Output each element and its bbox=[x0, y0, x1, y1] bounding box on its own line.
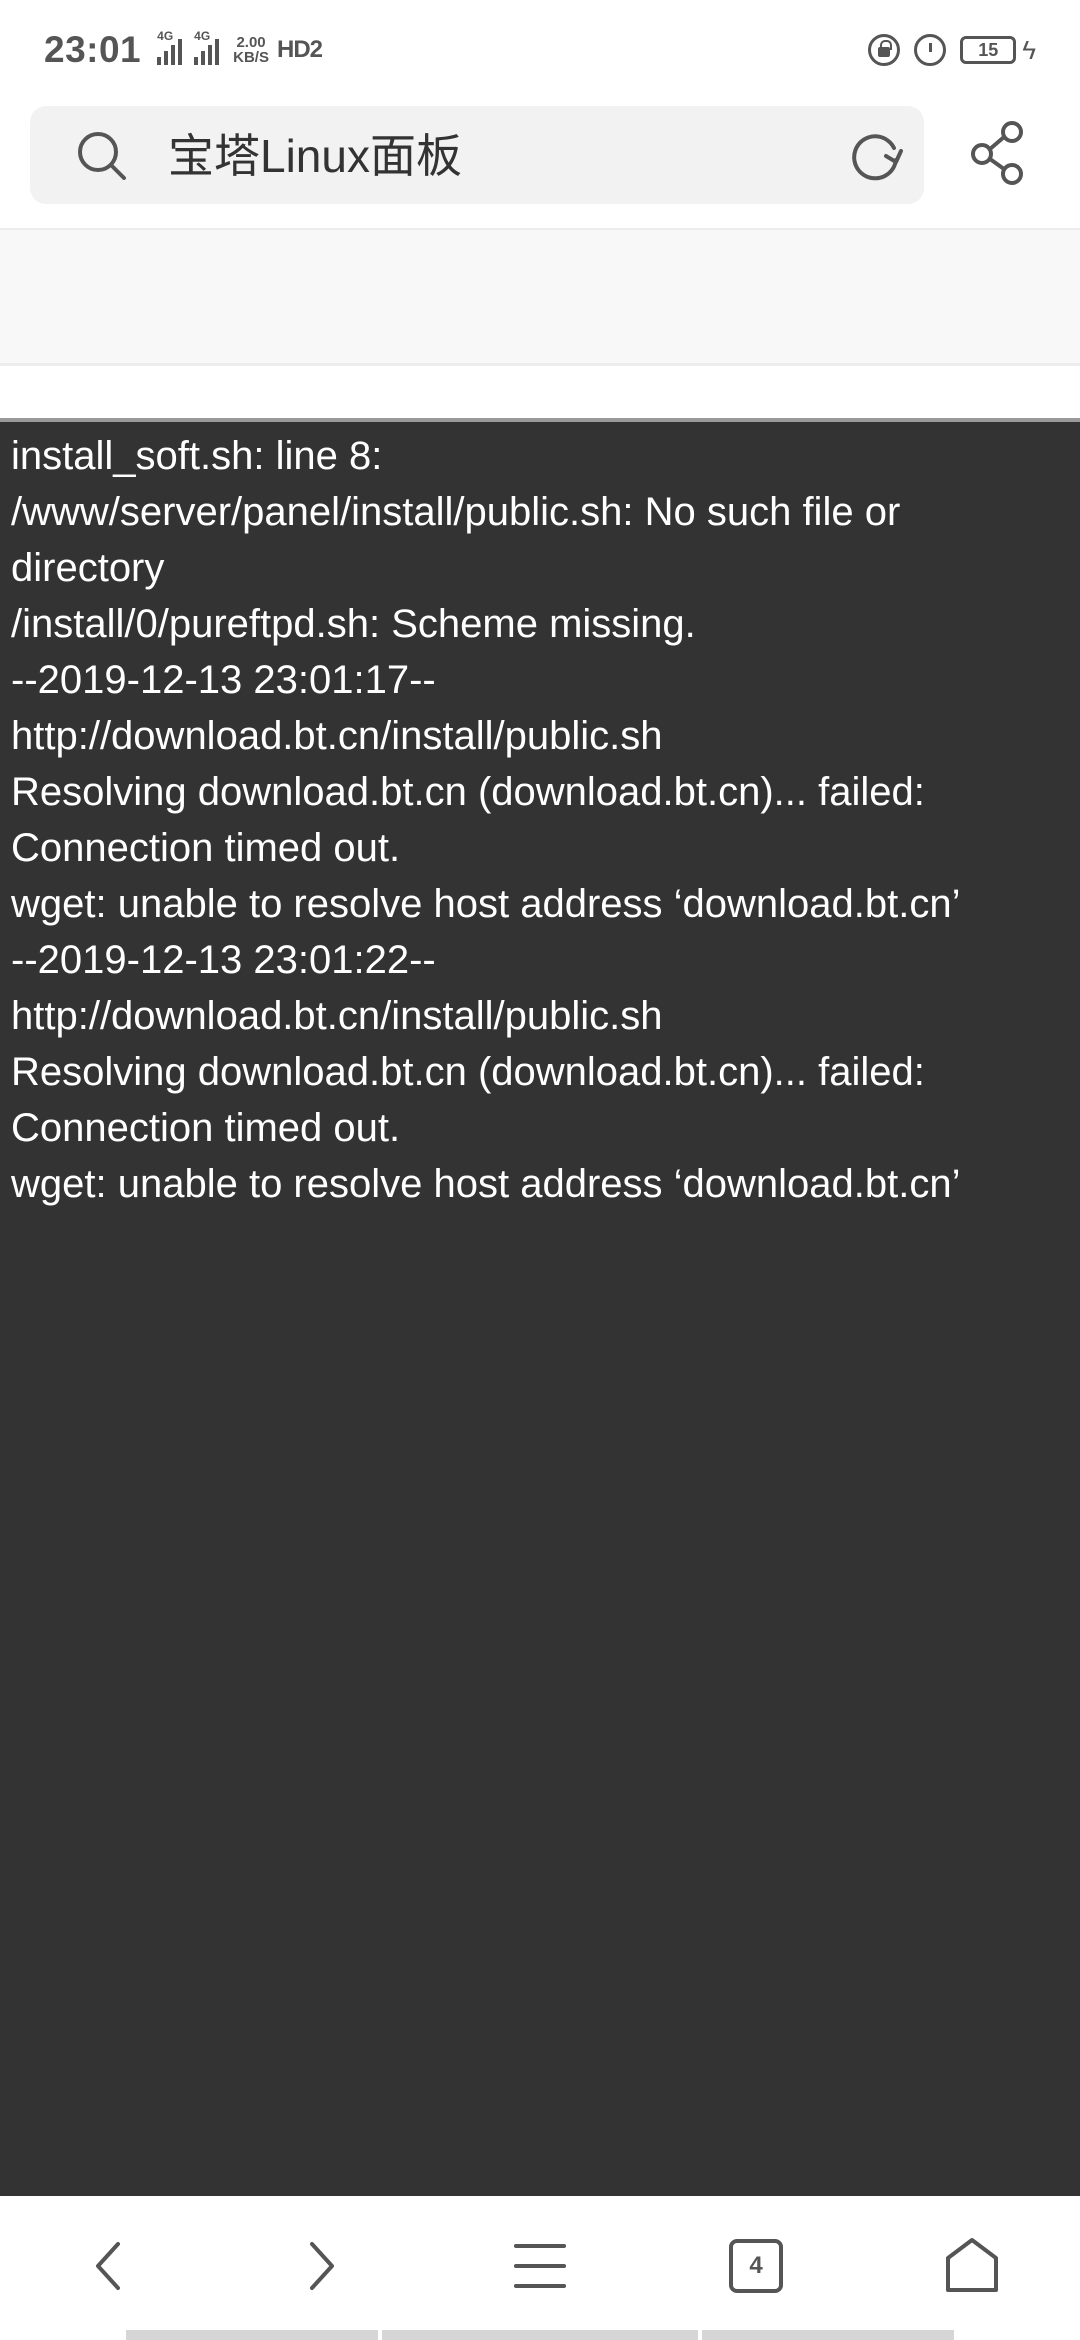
charging-icon: ϟ bbox=[1022, 34, 1036, 65]
tabs-button[interactable]: 4 bbox=[716, 2226, 796, 2306]
tab-count: 4 bbox=[749, 2252, 763, 2279]
home-button[interactable] bbox=[932, 2226, 1012, 2306]
terminal-line: /www/server/panel/install/public.sh: No … bbox=[11, 490, 901, 534]
terminal-line: http://download.bt.cn/install/public.sh bbox=[11, 994, 663, 1038]
search-query[interactable]: 宝塔Linux面板 bbox=[168, 132, 462, 180]
bottom-navigation: 4 bbox=[0, 2196, 1080, 2340]
spacer bbox=[0, 366, 1080, 420]
terminal-line: Resolving download.bt.cn (download.bt.cn… bbox=[11, 1050, 925, 1094]
hd-voice-icon: HD2 bbox=[276, 36, 323, 63]
alarm-icon bbox=[914, 34, 947, 66]
signal-label: 4G bbox=[157, 29, 174, 43]
search-icon[interactable] bbox=[74, 128, 128, 182]
terminal-line: wget: unable to resolve host address ‘do… bbox=[11, 1162, 961, 1206]
terminal-line: http://download.bt.cn/install/public.sh bbox=[11, 714, 663, 758]
terminal-line: directory bbox=[11, 546, 165, 590]
address-bar: 宝塔Linux面板 bbox=[0, 100, 1080, 228]
page-header-band bbox=[0, 228, 1080, 366]
battery-icon: 15 bbox=[960, 36, 1017, 64]
battery-level: 15 bbox=[978, 39, 999, 60]
terminal-line: Connection timed out. bbox=[11, 1106, 401, 1150]
terminal-line: /install/0/pureftpd.sh: Scheme missing. bbox=[11, 602, 696, 646]
share-icon[interactable] bbox=[968, 120, 1034, 186]
terminal-output: install_soft.sh: line 8: /www/server/pan… bbox=[0, 422, 1080, 2196]
terminal-line: wget: unable to resolve host address ‘do… bbox=[11, 882, 961, 926]
menu-icon bbox=[514, 2244, 566, 2288]
terminal-line: Resolving download.bt.cn (download.bt.cn… bbox=[11, 770, 925, 814]
terminal-line: install_soft.sh: line 8: bbox=[11, 434, 383, 478]
back-button[interactable] bbox=[68, 2226, 148, 2306]
gesture-bar bbox=[126, 2330, 954, 2340]
menu-button[interactable] bbox=[500, 2226, 580, 2306]
signal-icon: 4G bbox=[194, 29, 220, 65]
status-time: 23:01 bbox=[44, 29, 142, 70]
refresh-icon[interactable] bbox=[846, 126, 904, 184]
terminal-line: Connection timed out. bbox=[11, 826, 401, 870]
network-speed: 2.00 KB/S bbox=[233, 35, 269, 65]
signal-icon: 4G bbox=[157, 29, 183, 65]
status-bar: 23:01 4G 4G 2.00 KB/S HD2 15 ϟ bbox=[0, 0, 1080, 100]
search-box[interactable]: 宝塔Linux面板 bbox=[30, 106, 924, 204]
terminal-line: --2019-12-13 23:01:17-- bbox=[11, 658, 436, 702]
rotation-lock-icon bbox=[868, 34, 901, 66]
signal-label: 4G bbox=[194, 29, 211, 43]
chevron-left-icon bbox=[96, 2242, 120, 2290]
forward-button[interactable] bbox=[282, 2226, 362, 2306]
tabs-icon: 4 bbox=[729, 2239, 783, 2293]
network-speed-value: 2.00 bbox=[236, 34, 266, 51]
terminal-line: --2019-12-13 23:01:22-- bbox=[11, 938, 436, 982]
network-speed-unit: KB/S bbox=[233, 49, 269, 66]
browser-page: 23:01 4G 4G 2.00 KB/S HD2 15 ϟ 宝塔Linux面板… bbox=[0, 0, 1080, 2340]
home-icon bbox=[946, 2238, 998, 2292]
chevron-right-icon bbox=[310, 2242, 334, 2290]
